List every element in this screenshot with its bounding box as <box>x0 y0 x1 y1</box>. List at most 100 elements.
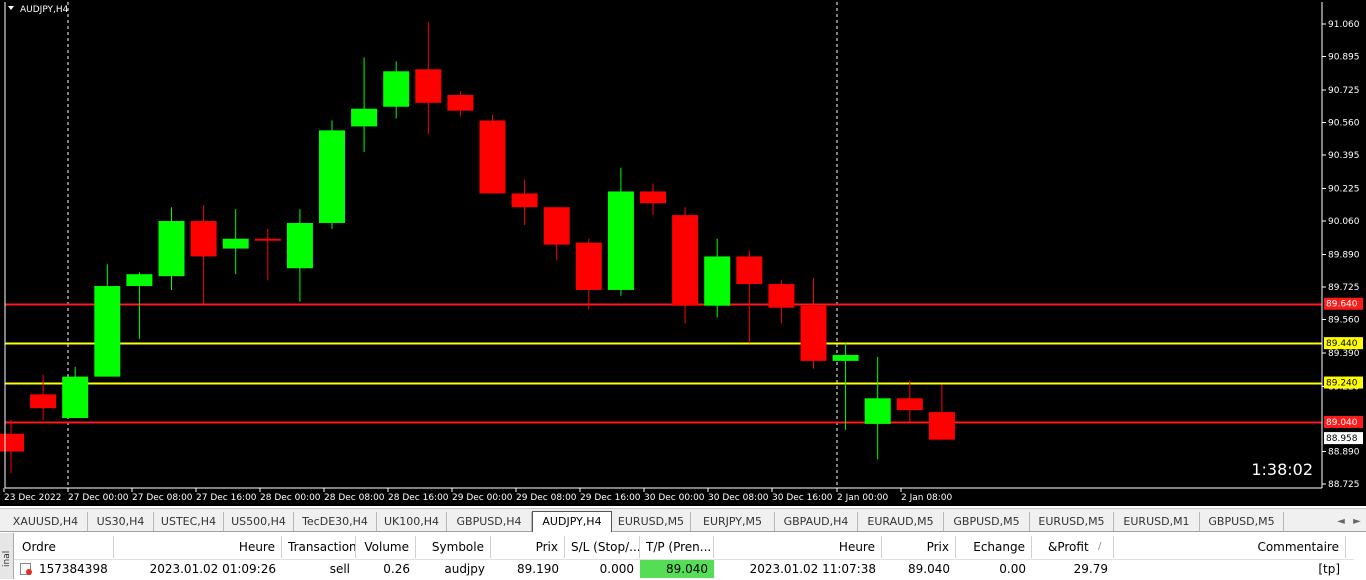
price-label: 90.060 <box>1328 217 1360 227</box>
time-label: 30 Dec 00:00 <box>644 493 705 503</box>
tabs-next-icon[interactable]: ► <box>1349 512 1365 531</box>
candle[interactable] <box>286 209 313 302</box>
col-profit-label: &Profit <box>1048 540 1089 554</box>
symbol-tab[interactable]: UK100,H4 <box>377 512 447 531</box>
candle-body <box>351 108 378 127</box>
candlestick-chart[interactable]: 91.060 90.895 90.725 90.560 90.395 90.225 90.0… <box>0 0 1366 506</box>
candle[interactable] <box>126 272 153 340</box>
candle[interactable] <box>800 278 827 369</box>
candle-body <box>383 71 410 107</box>
price-label: 88.890 <box>1328 447 1360 457</box>
col-tp[interactable]: T/P (Pren... <box>640 536 714 558</box>
candle[interactable] <box>415 22 442 135</box>
cell-commentaire: [tp] <box>1318 562 1340 576</box>
candle[interactable] <box>0 419 24 474</box>
symbol-tab[interactable]: GBPUSD,H4 <box>447 512 532 531</box>
symbol-tab[interactable]: GBPUSD,M5 <box>944 512 1030 531</box>
candle[interactable] <box>94 264 121 377</box>
cell-echange: 0.00 <box>999 562 1026 576</box>
price-label: 90.725 <box>1328 86 1360 96</box>
cell-prix-close: 89.040 <box>908 562 950 576</box>
symbol-tab[interactable]: XAUUSD,H4 <box>4 512 88 531</box>
candle[interactable] <box>447 90 474 117</box>
symbol-tab-bar: XAUUSD,H4 US30,H4 USTEC,H4 US500,H4 TecDE30,… <box>0 508 1366 532</box>
col-prix[interactable]: Prix <box>491 536 565 558</box>
candle-body <box>126 274 153 287</box>
terminal-panel: inal Ordre Heure Transaction Volume Symb… <box>0 533 1366 580</box>
symbol-tab[interactable]: US500,H4 <box>224 512 294 531</box>
time-label: 27 Dec 08:00 <box>132 493 193 503</box>
cell-heure: 2023.01.02 01:09:26 <box>149 562 276 576</box>
price-label: 89.725 <box>1328 283 1360 293</box>
candle[interactable] <box>575 238 602 310</box>
time-label: 30 Dec 16:00 <box>772 493 833 503</box>
chart-menu-icon[interactable] <box>8 6 14 10</box>
time-label: 27 Dec 16:00 <box>196 493 257 503</box>
symbol-tab[interactable]: EURJPY,M5 <box>691 512 775 531</box>
candle[interactable] <box>607 167 634 296</box>
time-label: 30 Dec 08:00 <box>708 493 769 503</box>
candle-body <box>190 221 217 257</box>
candle[interactable] <box>928 384 955 440</box>
symbol-tab[interactable]: USTEC,H4 <box>154 512 224 531</box>
candle-body <box>575 242 602 290</box>
col-echange[interactable]: Echange <box>956 536 1032 558</box>
closed-order-icon <box>20 563 32 575</box>
candle[interactable] <box>383 61 410 119</box>
candle-body <box>511 193 538 208</box>
candle[interactable] <box>479 114 506 194</box>
candle[interactable] <box>768 280 795 324</box>
col-sl[interactable]: S/L (Stop/... <box>565 536 640 558</box>
col-volume[interactable]: Volume <box>356 536 416 558</box>
col-profit[interactable]: &Profit / <box>1032 536 1114 558</box>
symbol-tab[interactable]: GBPUSD,M5 <box>1200 512 1284 531</box>
symbol-tab[interactable]: EURUSD,M1 <box>1114 512 1200 531</box>
col-heure-close[interactable]: Heure <box>714 536 882 558</box>
candle[interactable] <box>254 228 281 281</box>
candle-body <box>286 222 313 269</box>
chart-area[interactable]: 91.060 90.895 90.725 90.560 90.395 90.225 90.0… <box>0 0 1366 506</box>
candle[interactable] <box>864 356 891 460</box>
time-label: 29 Dec 00:00 <box>452 493 513 503</box>
candle[interactable] <box>190 205 217 304</box>
symbol-tab[interactable]: EURUSD,M5 <box>1030 512 1114 531</box>
symbol-tab[interactable]: AUDJPY,H4 <box>532 511 612 532</box>
candle[interactable] <box>543 207 570 261</box>
candle[interactable] <box>736 250 763 344</box>
candle[interactable] <box>672 207 699 324</box>
candle[interactable] <box>511 179 538 225</box>
candle[interactable] <box>640 183 666 216</box>
bar-countdown: 1:38:02 <box>1251 460 1313 479</box>
candle[interactable] <box>319 120 345 229</box>
col-heure[interactable]: Heure <box>114 536 282 558</box>
symbol-tab[interactable]: GBPAUD,H4 <box>775 512 858 531</box>
candle[interactable] <box>222 209 249 275</box>
symbol-tab[interactable]: EURUSD,M5 <box>612 512 691 531</box>
cell-profit: 29.79 <box>1073 562 1108 576</box>
tabs-prev-icon[interactable]: ◄ <box>1333 512 1349 531</box>
price-label: 89.390 <box>1328 349 1360 359</box>
symbol-tab[interactable]: TecDE30,H4 <box>294 512 377 531</box>
col-prix-close[interactable]: Prix <box>882 536 956 558</box>
candle-body <box>832 354 859 361</box>
col-symbole[interactable]: Symbole <box>416 536 491 558</box>
symbol-tab[interactable]: EURAUD,M5 <box>858 512 944 531</box>
price-label: 91.060 <box>1328 20 1360 30</box>
candle[interactable] <box>30 374 57 420</box>
terminal-side-label[interactable]: inal <box>0 533 14 579</box>
cell-sl: 0.000 <box>599 562 634 576</box>
candle[interactable] <box>704 238 731 318</box>
price-label: 89.890 <box>1328 250 1360 260</box>
col-commentaire[interactable]: Commentaire <box>1114 536 1346 558</box>
symbol-tab[interactable]: US30,H4 <box>88 512 154 531</box>
candle[interactable] <box>896 380 923 422</box>
sort-icon: / <box>1098 541 1102 552</box>
candle[interactable] <box>351 57 378 153</box>
col-transaction[interactable]: Transaction <box>282 536 356 558</box>
candle[interactable] <box>62 366 89 419</box>
candle-body <box>768 284 795 308</box>
time-label: 23 Dec 2022 <box>4 493 62 503</box>
col-ordre[interactable]: Ordre <box>16 536 114 558</box>
cell-symbole: audjpy <box>444 562 485 576</box>
candle[interactable] <box>158 207 185 290</box>
